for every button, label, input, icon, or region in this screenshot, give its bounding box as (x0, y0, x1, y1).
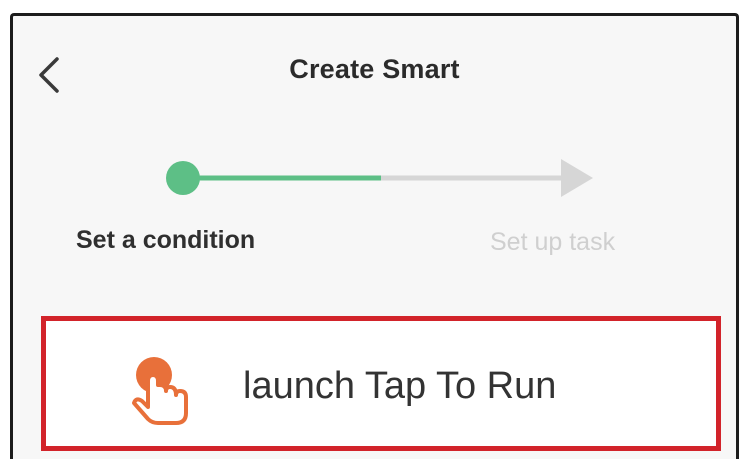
screenshot-frame: Create Smart Set a condition Set up task… (0, 0, 739, 459)
step-arrow-icon (561, 159, 593, 197)
launch-tap-to-run-option[interactable]: launch Tap To Run (41, 316, 721, 451)
step-label-set-condition: Set a condition (76, 226, 256, 254)
tap-hand-icon (132, 357, 188, 425)
step-dot-active (166, 161, 200, 195)
phone-screen: Create Smart Set a condition Set up task… (10, 13, 739, 459)
step-label-set-up-task: Set up task (490, 228, 616, 256)
option-label: launch Tap To Run (243, 365, 557, 407)
stepper-progress (166, 159, 593, 197)
